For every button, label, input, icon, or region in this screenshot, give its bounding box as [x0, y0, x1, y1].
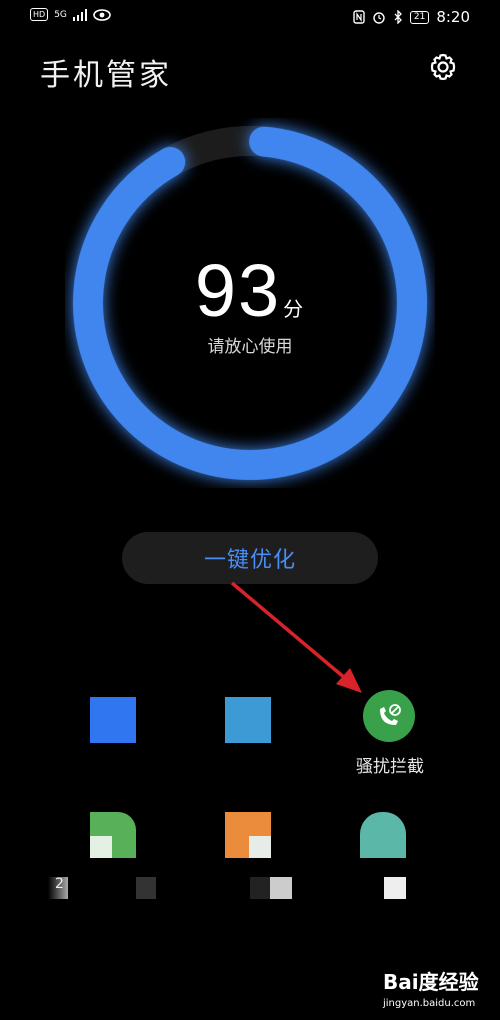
blurred-digit: 2	[55, 876, 64, 892]
baidu-jingyan-watermark: Bai度经验 jingyan.baidu.com	[383, 966, 483, 1016]
app-tile-blurred[interactable]	[225, 697, 271, 743]
app-tile-blurred[interactable]	[90, 812, 136, 858]
phone-block-icon	[380, 704, 401, 725]
annotation-arrow-icon	[230, 581, 362, 693]
app-tile-blurred[interactable]	[225, 812, 271, 858]
blurred-fragment	[384, 877, 406, 899]
harassment-block-label: 骚扰拦截	[356, 757, 424, 777]
app-tile-blurred[interactable]	[90, 697, 136, 743]
harassment-block-app[interactable]	[363, 690, 415, 742]
watermark-url: jingyan.baidu.com	[383, 998, 476, 1009]
blurred-fragment	[136, 877, 156, 899]
app-tile-blurred[interactable]	[360, 812, 406, 858]
blurred-fragment	[250, 877, 270, 899]
blurred-fragment	[270, 877, 292, 899]
watermark-logo-text: Bai度经验	[383, 970, 479, 994]
